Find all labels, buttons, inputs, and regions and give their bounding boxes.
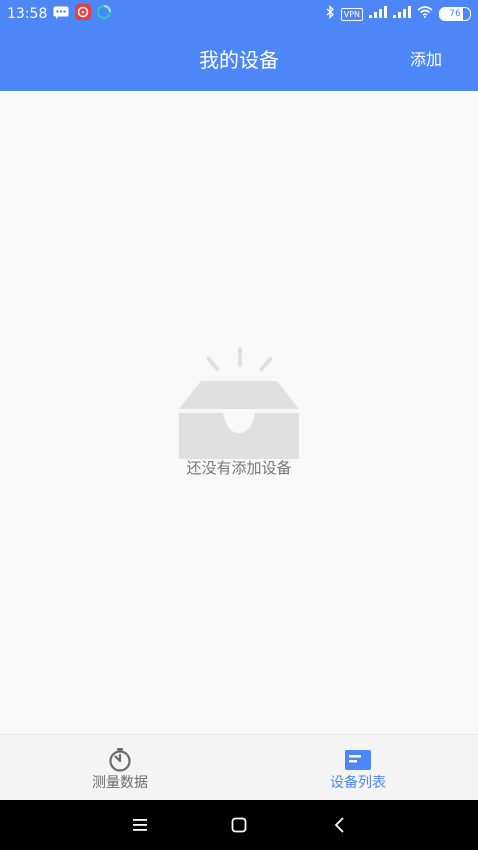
menu-icon[interactable]	[127, 812, 153, 838]
app-header: 我的设备 添加	[0, 28, 478, 91]
system-nav-bar	[0, 800, 478, 850]
bluetooth-icon	[326, 4, 335, 23]
status-bar: 13:58 VPN 76	[0, 0, 478, 28]
netease-music-icon	[75, 4, 92, 24]
empty-state-text: 还没有添加设备	[186, 459, 292, 477]
page-title: 我的设备	[199, 48, 279, 72]
device-list-content: 还没有添加设备	[0, 91, 478, 734]
vpn-badge: VPN	[340, 7, 363, 21]
status-left: 13:58	[7, 4, 112, 24]
battery-level-text: 76	[449, 9, 461, 19]
message-icon	[53, 6, 69, 23]
tab-label: 设备列表	[330, 775, 386, 791]
signal-icon	[369, 6, 387, 22]
status-right: VPN 76	[326, 4, 471, 23]
bottom-tab-bar: 测量数据 设备列表	[0, 734, 478, 800]
empty-box-icon	[175, 347, 303, 459]
home-icon[interactable]	[226, 812, 252, 838]
wifi-icon	[417, 6, 433, 22]
back-icon[interactable]	[327, 812, 353, 838]
signal-icon	[393, 6, 411, 22]
status-time: 13:58	[7, 6, 48, 22]
tab-measurement-data[interactable]: 测量数据	[40, 735, 200, 801]
browser-app-icon	[97, 5, 112, 23]
list-card-icon	[344, 746, 372, 774]
add-device-button[interactable]: 添加	[410, 50, 442, 70]
tab-device-list[interactable]: 设备列表	[278, 735, 438, 801]
battery-icon: 76	[439, 7, 471, 21]
timer-icon	[106, 746, 134, 774]
tab-label: 测量数据	[92, 775, 148, 791]
